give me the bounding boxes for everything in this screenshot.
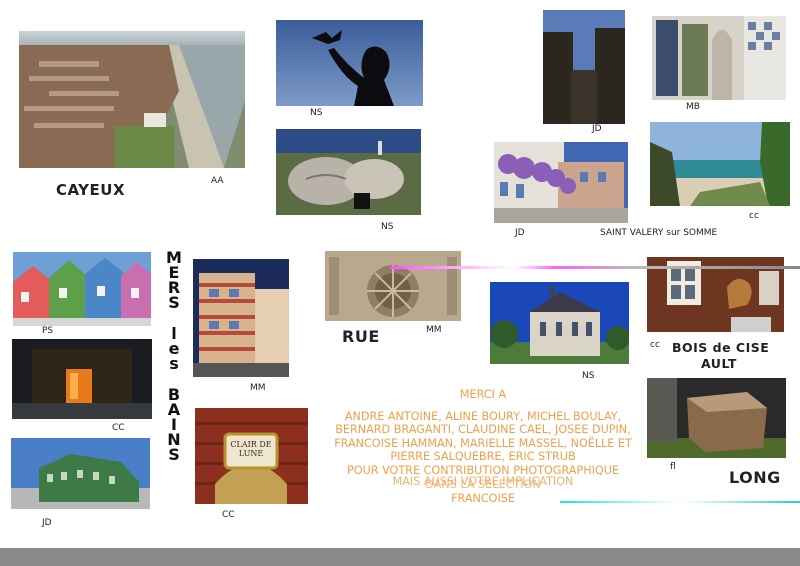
thanks-heading: MERCI A [459, 388, 507, 401]
photo-cayeux-aerial [19, 31, 245, 168]
photo-medieval-gate [543, 10, 625, 124]
photo-credit-ns-1: NS [310, 108, 323, 118]
place-label-bois-de-cise: BOIS de CISE [672, 340, 770, 355]
photo-credit-fl: fl [670, 462, 676, 472]
sign-text-clair-de-lune: CLAIR DE LUNE [230, 440, 272, 458]
mers-letter: S [168, 293, 180, 312]
thanks-names: ANDRE ANTOINE, ALINE BOURY, MICHEL BOULA… [334, 409, 632, 464]
thanks-signature: FRANCOISE [451, 491, 515, 505]
photo-green-hotel [11, 438, 150, 509]
photo-credit-cc-1: cc [749, 211, 759, 221]
photo-credit-jd-2: JD [515, 228, 525, 238]
mers-letter: s [169, 354, 179, 373]
thanks-block: MERCI A ANDRE ANTOINE, ALINE BOURY, MICH… [318, 388, 648, 506]
photo-credit-ns-2: NS [381, 222, 394, 232]
photo-striped-building [193, 259, 289, 377]
place-label-saint-valery: SAINT VALERY sur SOMME [600, 228, 718, 238]
mers-letter: S [168, 445, 180, 464]
thanks-selection-line: DANS LA SELECTION [425, 477, 541, 491]
bottom-bar [0, 548, 800, 566]
photo-credit-mm-1: MM [426, 325, 442, 335]
photo-long-sculpture [647, 378, 786, 458]
photo-credit-cc-2: cc [650, 340, 660, 350]
photo-credit-ns-3: NS [582, 371, 595, 381]
place-label-ault: AULT [701, 356, 737, 371]
scan-glitch-line [390, 266, 800, 269]
place-label-rue: RUE [342, 327, 380, 346]
photo-credit-jd-3: JD [42, 518, 52, 528]
place-label-mers-les-bains: M E R S l e s B A I N S [160, 250, 188, 464]
photo-saint-valery-street [494, 142, 628, 223]
photo-stone-faces [276, 129, 421, 215]
place-label-cayeux: CAYEUX [56, 181, 126, 199]
photo-credit-cc-3: CC [112, 423, 125, 433]
photo-colorful-villas [13, 252, 151, 326]
photo-gothic-window [652, 16, 786, 100]
photo-credit-jd-1: JD [592, 124, 602, 134]
photo-credit-mb: MB [686, 102, 700, 112]
photo-cliffs-sea [650, 122, 790, 206]
photo-clair-de-lune-sign: CLAIR DE LUNE [195, 408, 308, 504]
photo-bird-silhouette [276, 20, 423, 106]
photo-credit-cc-4: CC [222, 510, 235, 520]
photo-credit-aa: AA [211, 176, 224, 186]
photo-rose-window [325, 251, 461, 321]
scan-glitch-line-cyan [560, 501, 800, 503]
place-label-long: LONG [729, 468, 781, 487]
photo-checkered-chapel [490, 282, 629, 364]
photo-credit-ps: PS [42, 326, 54, 336]
photo-credit-mm-2: MM [250, 383, 266, 393]
photo-night-villa [12, 339, 152, 419]
